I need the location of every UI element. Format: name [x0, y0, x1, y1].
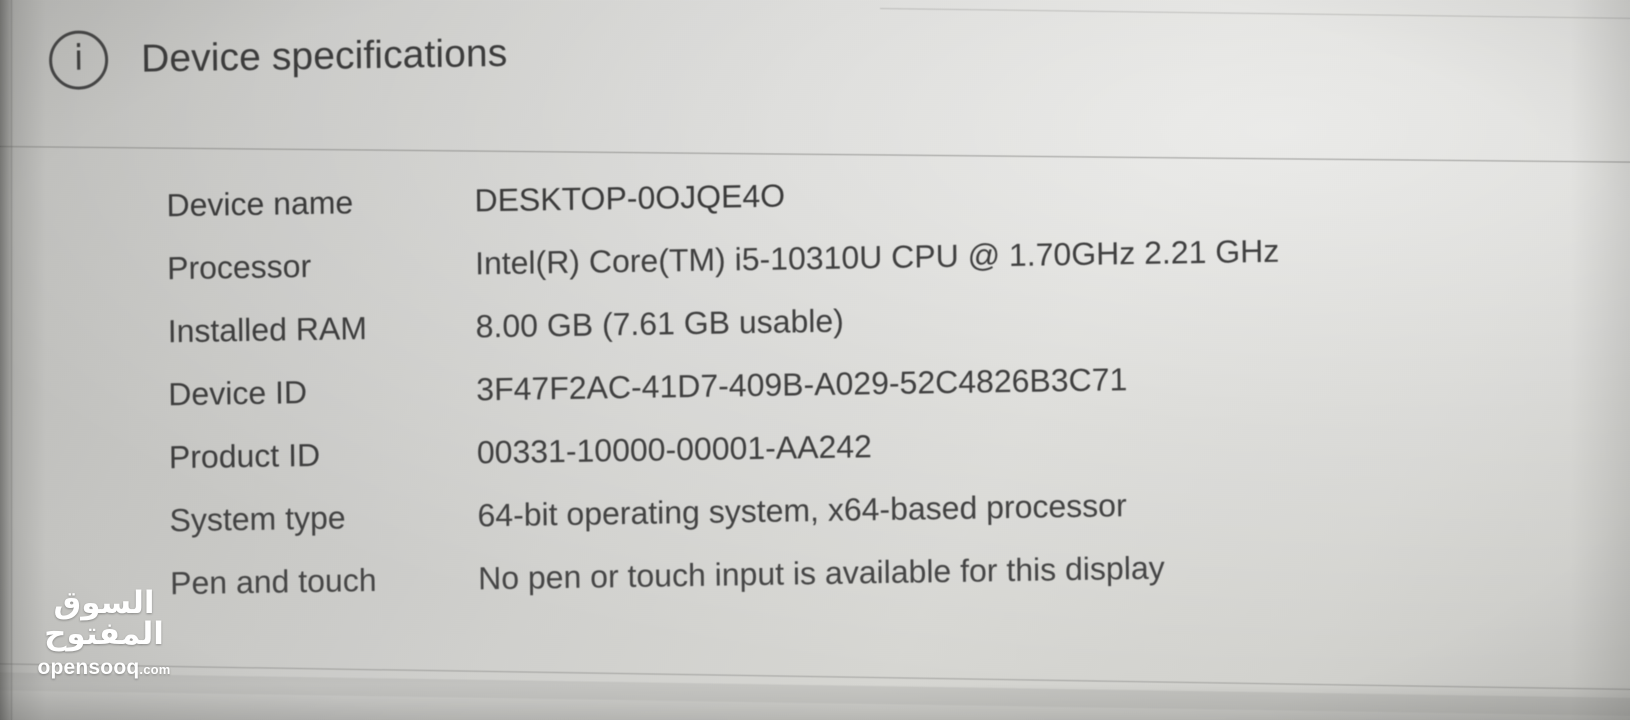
spec-value-product-id[interactable]: 00331-10000-00001-AA242 [477, 428, 872, 471]
spec-label: Device ID [168, 374, 308, 413]
spec-value-installed-ram[interactable]: 8.00 GB (7.61 GB usable) [476, 303, 845, 346]
info-circle-icon: i [48, 30, 109, 91]
settings-content: i Device specifications Device name DESK… [0, 0, 1630, 720]
spec-label: Device name [166, 184, 354, 224]
spec-label: Processor [166, 247, 312, 287]
info-icon-glyph: i [73, 38, 84, 79]
spec-label: Product ID [168, 436, 321, 476]
device-specifications-screen: i Device specifications Device name DESK… [0, 0, 1630, 720]
device-specifications-list: Device name DESKTOP-0OJQE4O Processor In… [166, 167, 1470, 628]
spec-label: System type [169, 499, 346, 539]
spec-label: Installed RAM [167, 310, 368, 350]
section-header: i Device specifications [48, 24, 508, 91]
spec-label: Pen and touch [169, 561, 377, 602]
page-title: Device specifications [140, 31, 508, 81]
spec-value-device-name[interactable]: DESKTOP-0OJQE4O [474, 178, 785, 220]
